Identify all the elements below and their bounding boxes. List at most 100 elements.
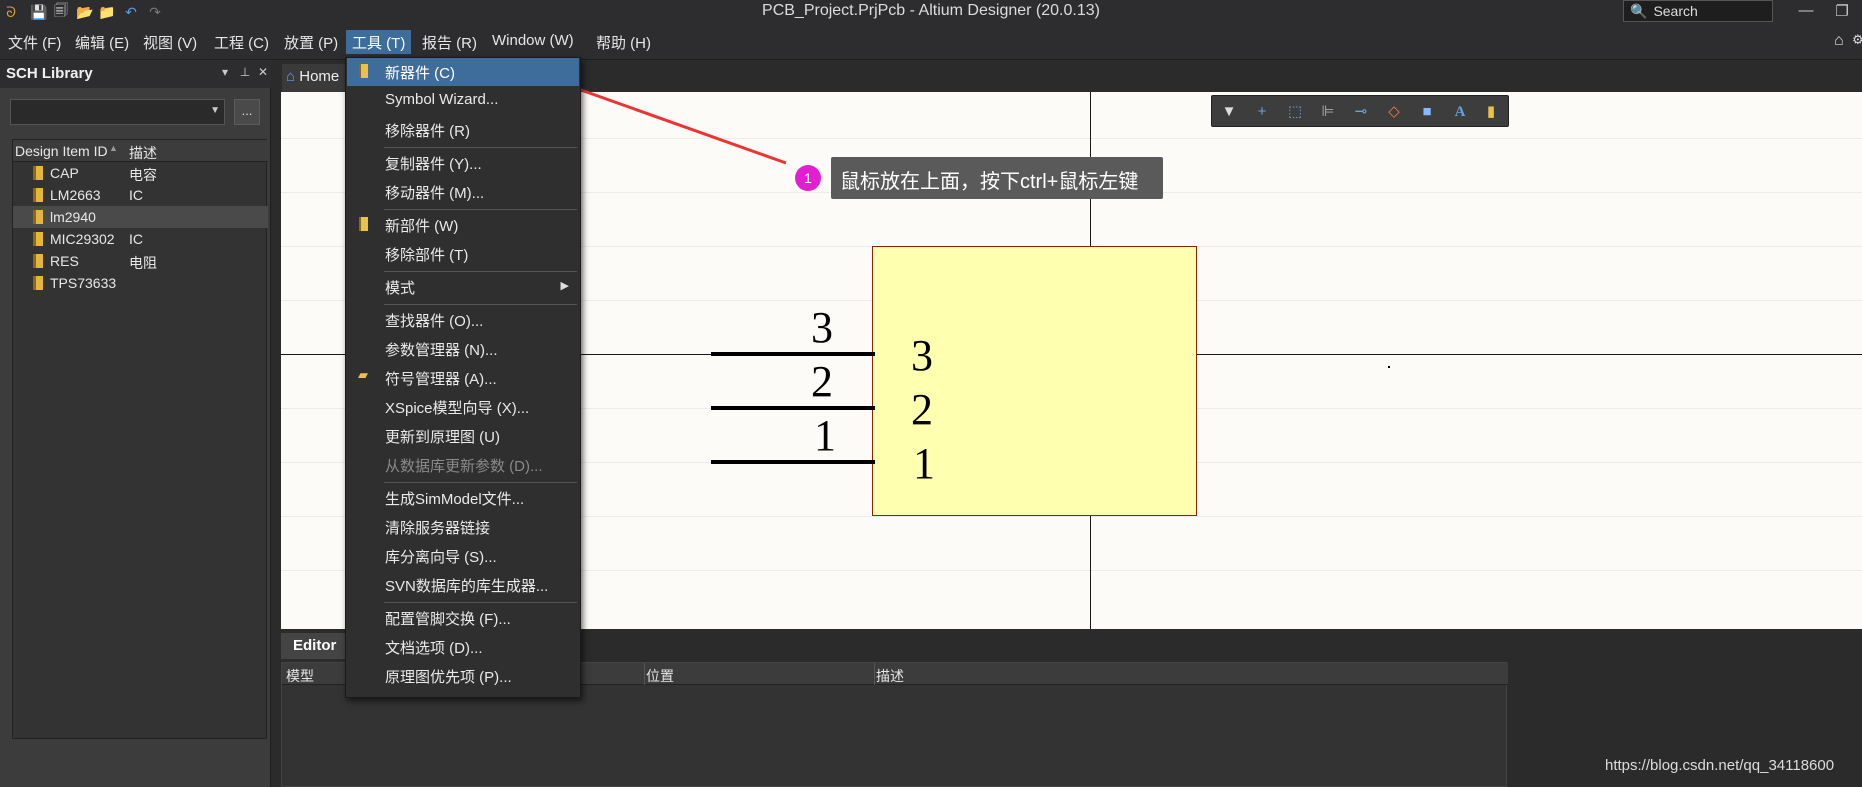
menu-separator <box>384 147 577 148</box>
pin-number: 1 <box>814 411 836 460</box>
menu-help[interactable]: 帮助 (H) <box>590 30 657 54</box>
watermark: https://blog.csdn.net/qq_34118600 <box>1605 757 1835 774</box>
pin-3[interactable] <box>711 352 875 356</box>
sch-library-panel: SCH Library ▾ ⊥ ✕ ▼ ... Design Item ID ▲… <box>0 60 271 787</box>
sort-icon: ▲ <box>109 143 118 153</box>
chevron-down-icon: ▼ <box>210 105 220 116</box>
title-bar: ᘐ 💾 🗐 📂 📁 ↶ ↷ PCB_Project.PrjPcb - Altiu… <box>0 0 1862 24</box>
menu-view[interactable]: 视图 (V) <box>137 30 203 54</box>
menu-item-remove-part[interactable]: 移除部件 (T) <box>347 240 579 268</box>
pin-number: 3 <box>811 303 833 352</box>
menu-item-update-from-db: 从数据库更新参数 (D)... <box>385 458 543 475</box>
pin-icon[interactable]: ⊥ <box>238 65 252 81</box>
table-row[interactable]: lm2940 <box>13 206 268 228</box>
menu-item-move-component[interactable]: 移动器件 (M)... <box>347 178 579 206</box>
table-row[interactable]: CAP 电容 <box>13 162 268 184</box>
menu-separator <box>384 209 577 210</box>
pin-designator: 1 <box>913 439 935 488</box>
table-row[interactable]: LM2663 IC <box>13 184 268 206</box>
menu-item-generate-simmodel[interactable]: 生成SimModel文件... <box>347 484 579 512</box>
home-icon[interactable]: ⌂ <box>1834 32 1844 50</box>
col-model[interactable]: 模型 <box>286 666 314 686</box>
column-divider <box>874 663 875 685</box>
menu-item-xspice-wizard[interactable]: XSpice模型向导 (X)... <box>347 393 579 421</box>
col-design-item-id[interactable]: Design Item ID <box>15 143 108 159</box>
menu-item-new-component[interactable]: 新器件 (C) <box>347 58 579 86</box>
move-icon[interactable]: + <box>1252 102 1272 122</box>
menu-separator <box>384 271 577 272</box>
panel-menu-icon[interactable]: ▾ <box>218 65 232 81</box>
menu-bar: 文件 (F) 编辑 (E) 视图 (V) 工程 (C) 放置 (P) 工具 (T… <box>0 24 1862 60</box>
eraser-icon[interactable]: ◇ <box>1384 102 1404 122</box>
menu-item-schematic-preferences[interactable]: 原理图优先项 (P)... <box>347 662 579 690</box>
library-filter-combo[interactable]: ▼ <box>10 99 225 125</box>
menu-separator <box>384 304 577 305</box>
more-button[interactable]: ... <box>234 99 260 125</box>
menu-item-document-options[interactable]: 文档选项 (D)... <box>347 633 579 661</box>
gear-icon[interactable]: ⚙ <box>1852 32 1862 48</box>
table-row[interactable]: TPS73633 <box>13 272 268 294</box>
active-bar-toolbar: ▼ + ⬚ ⊫ ⊸ ◇ ■ A ▮ <box>1211 95 1509 127</box>
search-placeholder: Search <box>1653 3 1698 19</box>
col-description[interactable]: 描述 <box>876 666 904 686</box>
component-icon <box>359 64 368 78</box>
component-icon <box>33 166 43 180</box>
tab-editor[interactable]: Editor <box>281 633 345 659</box>
menu-window[interactable]: Window (W) <box>486 30 580 54</box>
menu-edit[interactable]: 编辑 (E) <box>69 30 135 54</box>
menu-place[interactable]: 放置 (P) <box>278 30 344 54</box>
restore-icon[interactable]: ❐ <box>1830 2 1854 22</box>
table-row[interactable]: MIC29302 IC <box>13 228 268 250</box>
col-description[interactable]: 描述 <box>129 143 157 163</box>
minimize-icon[interactable]: — <box>1794 2 1818 22</box>
component-icon <box>33 254 43 268</box>
menu-item-find-component[interactable]: 查找器件 (O)... <box>347 306 579 334</box>
close-icon[interactable]: ✕ <box>256 65 270 81</box>
filter-icon[interactable]: ▼ <box>1219 102 1239 122</box>
menu-item-new-part[interactable]: 新部件 (W) <box>347 211 579 239</box>
table-header: Design Item ID ▲ 描述 <box>13 140 268 162</box>
component-icon <box>33 210 43 224</box>
menu-item-symbol-manager[interactable]: ▰ 符号管理器 (A)... <box>347 364 579 392</box>
pin-1[interactable] <box>711 460 875 464</box>
pin-2[interactable] <box>711 406 875 410</box>
home-icon: ⌂ <box>286 68 296 85</box>
window-title: PCB_Project.PrjPcb - Altium Designer (20… <box>762 2 1100 19</box>
menu-file[interactable]: 文件 (F) <box>2 30 67 54</box>
table-row[interactable]: RES 电阻 <box>13 250 268 272</box>
part-icon <box>359 217 368 231</box>
search-box[interactable]: 🔍 Search <box>1623 0 1773 22</box>
text-icon[interactable]: A <box>1450 102 1470 122</box>
tools-menu-dropdown: 新器件 (C) Symbol Wizard... 移除器件 (R) 复制器件 (… <box>345 57 581 698</box>
menu-item-mode[interactable]: 模式 ▶ <box>347 273 579 301</box>
annotation-callout: 鼠标放在上面，按下ctrl+鼠标左键 <box>831 157 1163 199</box>
align-icon[interactable]: ⊫ <box>1318 102 1338 122</box>
pin-place-icon[interactable]: ⊸ <box>1351 102 1371 122</box>
menu-tools[interactable]: 工具 (T) <box>346 30 412 54</box>
menu-item-library-splitter[interactable]: 库分离向导 (S)... <box>347 542 579 570</box>
menu-project[interactable]: 工程 (C) <box>208 30 275 54</box>
select-icon[interactable]: ⬚ <box>1285 102 1305 122</box>
menu-item-update-schematic[interactable]: 更新到原理图 (U) <box>347 422 579 450</box>
component-icon[interactable]: ▮ <box>1481 102 1501 122</box>
menu-item-remove-component[interactable]: 移除器件 (R) <box>347 116 579 144</box>
rectangle-icon[interactable]: ■ <box>1417 102 1437 122</box>
menu-item-copy-component[interactable]: 复制器件 (Y)... <box>347 149 579 177</box>
panel-title: SCH Library <box>6 65 93 82</box>
menu-item-parameter-manager[interactable]: 参数管理器 (N)... <box>347 335 579 363</box>
menu-separator <box>384 602 577 603</box>
menu-reports[interactable]: 报告 (R) <box>416 30 483 54</box>
cursor-dot <box>1388 366 1390 368</box>
menu-item-symbol-wizard[interactable]: Symbol Wizard... <box>347 87 579 115</box>
column-divider <box>644 663 645 685</box>
menu-item-svn-library-maker[interactable]: SVN数据库的库生成器... <box>347 571 579 599</box>
component-icon <box>33 188 43 202</box>
submenu-arrow-icon: ▶ <box>560 280 569 292</box>
menu-item-configure-pin-swap[interactable]: 配置管脚交换 (F)... <box>347 604 579 632</box>
pin-designator: 3 <box>911 331 933 380</box>
col-location[interactable]: 位置 <box>646 666 674 686</box>
pin-designator: 2 <box>911 385 933 434</box>
component-table: Design Item ID ▲ 描述 CAP 电容 LM2663 IC lm2… <box>12 139 268 739</box>
menu-separator <box>384 482 577 483</box>
menu-item-clear-server-links[interactable]: 清除服务器链接 <box>347 513 579 541</box>
